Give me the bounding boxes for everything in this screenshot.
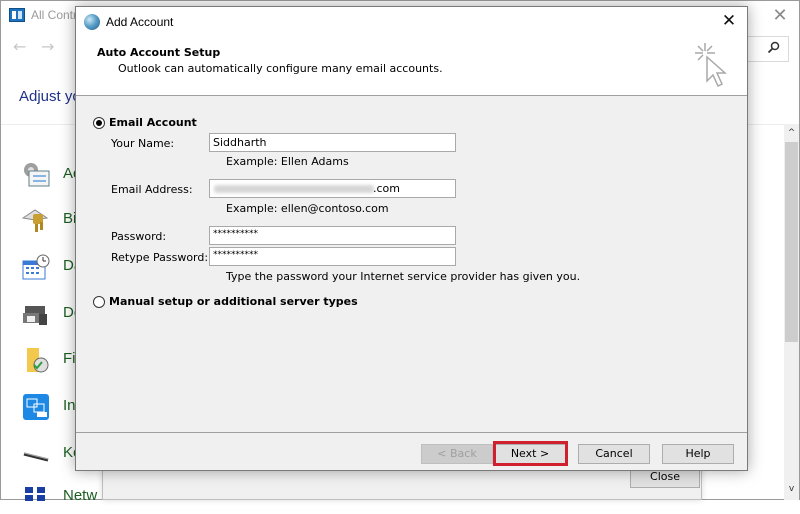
control-panel-title: All Contr <box>31 8 78 22</box>
bitlocker-icon <box>21 206 51 234</box>
administrative-tools-icon <box>21 161 51 189</box>
dialog-title: Add Account <box>106 15 174 29</box>
manual-setup-label[interactable]: Manual setup or additional server types <box>109 295 358 308</box>
outlook-globe-icon <box>84 14 100 30</box>
footer-divider <box>76 432 747 433</box>
manual-setup-radio[interactable] <box>93 296 105 308</box>
close-icon[interactable]: ✕ <box>711 7 747 37</box>
page-heading: Adjust yo <box>19 88 81 105</box>
password-label: Password: <box>111 230 167 243</box>
retype-password-label: Retype Password: <box>111 251 209 264</box>
scrollbar-thumb[interactable] <box>785 142 798 342</box>
your-name-label: Your Name: <box>111 137 175 150</box>
dialog-body: Email Account Your Name: Siddharth Examp… <box>76 97 747 432</box>
your-name-hint: Example: Ellen Adams <box>226 155 349 168</box>
search-icon[interactable] <box>767 41 780 58</box>
dialog-titlebar: Add Account ✕ <box>76 7 747 37</box>
wizard-cursor-icon <box>691 41 739 93</box>
file-history-icon <box>21 346 51 374</box>
help-button[interactable]: Help <box>662 444 734 464</box>
control-panel-icon <box>9 8 25 22</box>
scrollbar[interactable]: ^ v <box>784 124 799 500</box>
intel-graphics-icon <box>21 393 51 421</box>
back-arrow-icon[interactable]: ← <box>13 37 26 56</box>
scroll-up-icon[interactable]: ^ <box>784 128 799 140</box>
devices-printers-icon <box>21 300 51 328</box>
blurred-email-text <box>214 185 374 193</box>
date-time-icon <box>21 253 51 281</box>
header-subtitle: Outlook can automatically configure many… <box>118 62 443 75</box>
retype-password-input[interactable]: ********** <box>209 247 456 266</box>
email-address-input[interactable]: .com <box>209 179 456 198</box>
your-name-input[interactable]: Siddharth <box>209 133 456 152</box>
password-input[interactable]: ********** <box>209 226 456 245</box>
cp-item-label: Fi <box>63 350 76 367</box>
next-button[interactable]: Next > <box>494 444 566 464</box>
back-button[interactable]: < Back <box>421 444 493 464</box>
password-hint: Type the password your Internet service … <box>226 270 581 283</box>
header-title: Auto Account Setup <box>97 46 221 59</box>
email-account-label[interactable]: Email Account <box>109 116 197 129</box>
cancel-button[interactable]: Cancel <box>578 444 650 464</box>
email-account-radio[interactable] <box>93 117 105 129</box>
cp-item-label: In <box>63 397 76 414</box>
email-address-label: Email Address: <box>111 183 193 196</box>
close-icon[interactable]: ✕ <box>761 1 799 31</box>
email-suffix: .com <box>373 182 400 195</box>
dialog-header: Auto Account Setup Outlook can automatic… <box>76 37 747 96</box>
keyboard-icon <box>21 440 51 468</box>
add-account-dialog: Add Account ✕ Auto Account Setup Outlook… <box>75 6 748 471</box>
forward-arrow-icon[interactable]: → <box>41 37 54 56</box>
email-address-hint: Example: ellen@contoso.com <box>226 202 389 215</box>
